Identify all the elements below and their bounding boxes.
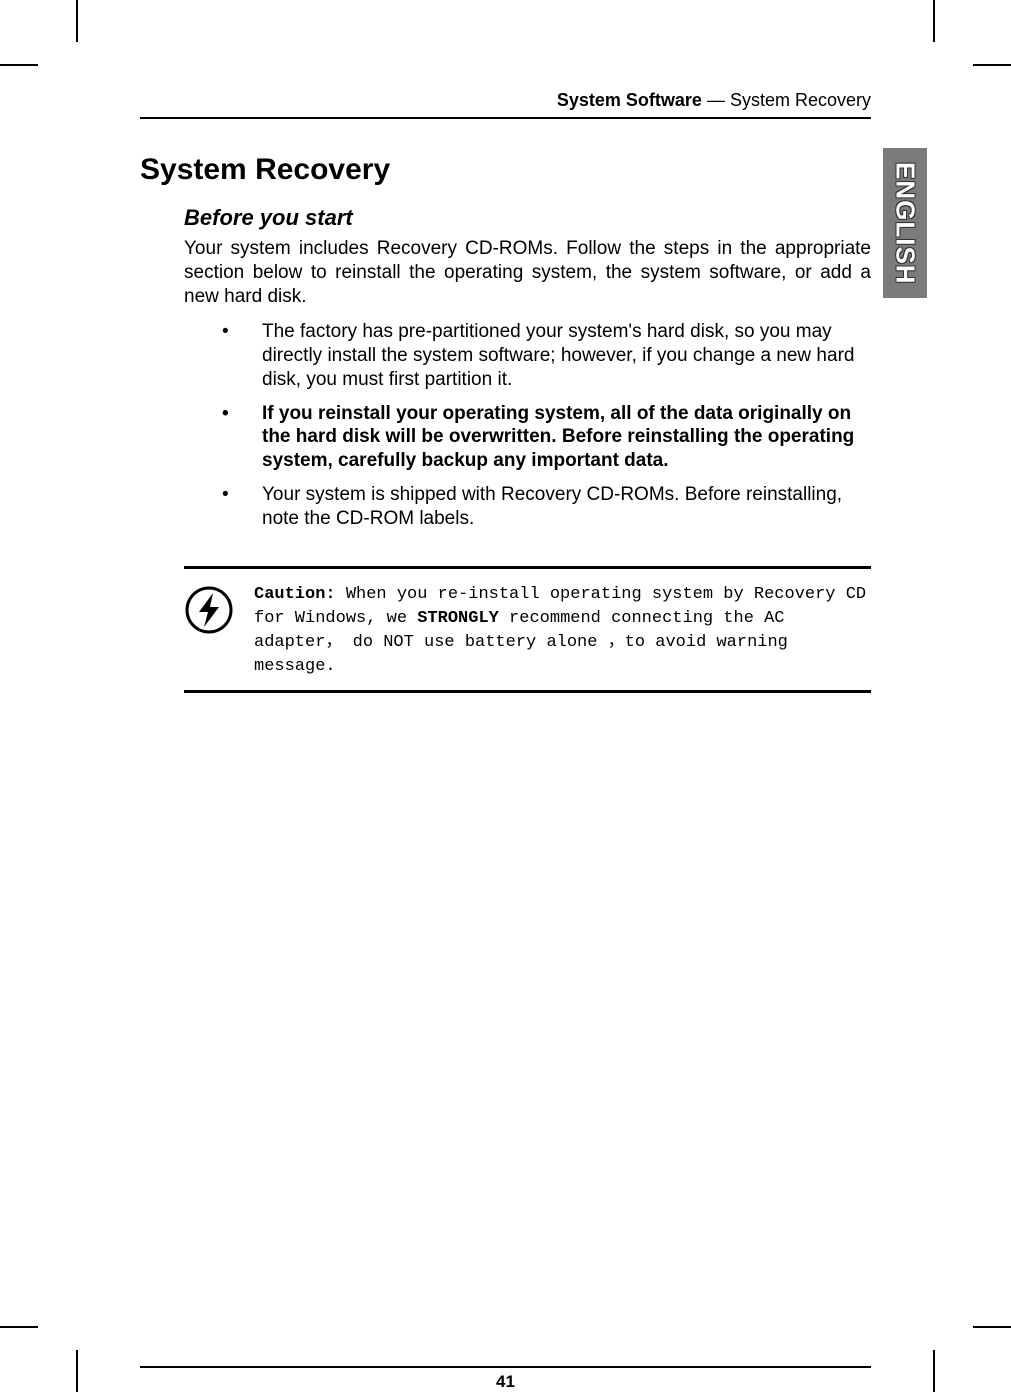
crop-mark <box>973 64 1011 66</box>
caution-label: Caution: <box>254 585 336 604</box>
language-tab: ENGLISH <box>883 148 927 298</box>
caution-strong: STRONGLY <box>417 609 499 628</box>
bullet-list: The factory has pre-partitioned your sys… <box>218 320 871 530</box>
crop-mark <box>0 1326 38 1328</box>
crop-mark <box>973 1326 1011 1328</box>
header-subsection: — System Recovery <box>702 90 871 110</box>
caution-callout: Caution: When you re-install operating s… <box>184 566 871 693</box>
crop-mark <box>0 64 38 66</box>
section-heading: Before you start <box>184 205 871 231</box>
lightning-icon <box>184 585 234 635</box>
header-section: System Software <box>557 90 702 110</box>
intro-paragraph: Your system includes Recovery CD-ROMs. F… <box>184 237 871 308</box>
crop-mark <box>76 0 78 42</box>
page-title: System Recovery <box>140 153 871 187</box>
page-footer: 41 <box>140 1366 871 1392</box>
language-tab-label: ENGLISH <box>890 162 921 285</box>
running-header: System Software — System Recovery <box>140 90 871 119</box>
crop-mark <box>76 1350 78 1392</box>
page-content: System Software — System Recovery System… <box>140 90 871 1302</box>
page-number: 41 <box>496 1372 515 1391</box>
crop-mark <box>933 0 935 42</box>
list-item: The factory has pre-partitioned your sys… <box>218 320 871 391</box>
list-item: If you reinstall your operating system, … <box>218 402 871 473</box>
caution-text: Caution: When you re-install operating s… <box>254 583 871 678</box>
crop-mark <box>933 1350 935 1392</box>
list-item: Your system is shipped with Recovery CD-… <box>218 483 871 531</box>
